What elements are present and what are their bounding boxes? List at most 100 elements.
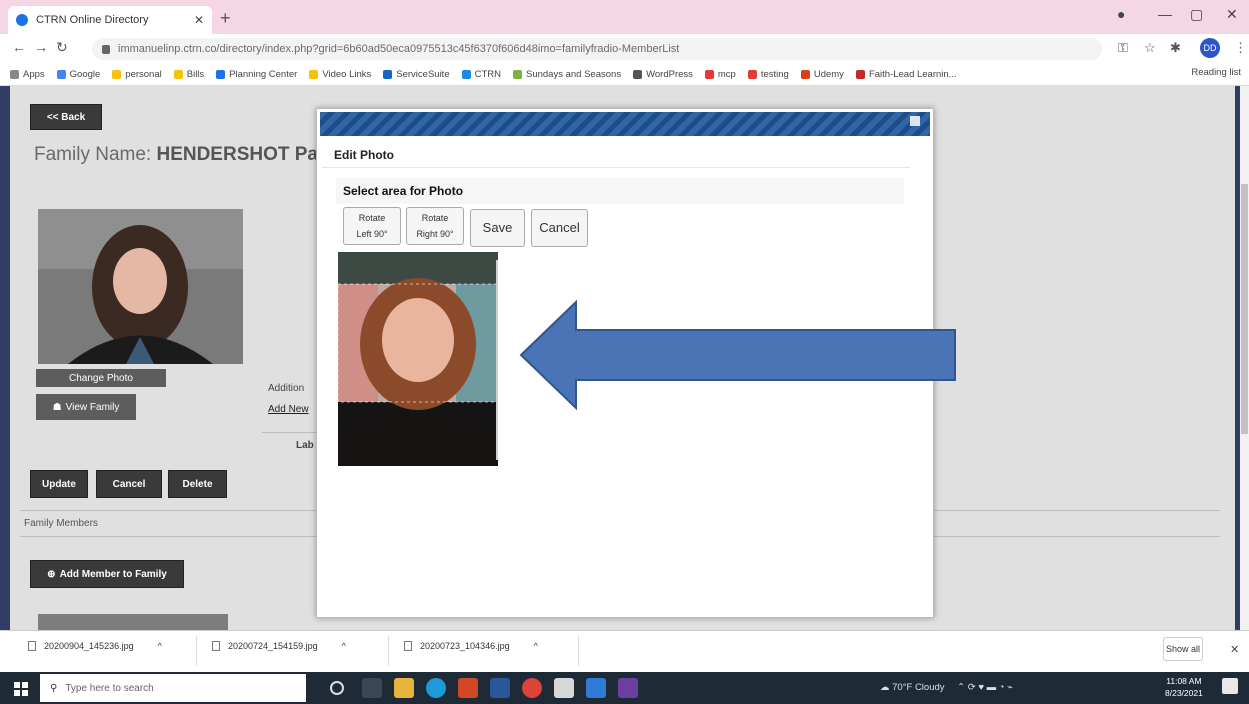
bookmarks-bar: Apps Google personal Bills Planning Center Vi… <box>0 64 1249 86</box>
image-file-icon <box>212 641 220 651</box>
back-arrow-icon[interactable]: ← <box>12 39 26 55</box>
bookmark-icon <box>513 70 522 79</box>
download-item[interactable]: 20200723_104346.jpg ^ <box>404 641 538 651</box>
bookmark-item[interactable]: Planning Center <box>216 69 297 80</box>
add-new-link[interactable]: Add New <box>268 404 309 415</box>
bookmark-item[interactable]: Apps <box>10 69 45 80</box>
bookmark-label: Video Links <box>322 69 372 80</box>
lock-icon <box>102 44 110 54</box>
dialog-titlebar[interactable] <box>320 112 930 136</box>
bookmark-item[interactable]: CTRN <box>461 69 501 80</box>
show-all-button[interactable]: Show all <box>1163 637 1203 661</box>
rotate-left-label-2: Left 90° <box>356 229 388 239</box>
window-close-icon[interactable]: ✕ <box>1226 6 1238 23</box>
tab-close-icon[interactable]: ✕ <box>194 13 204 27</box>
store-icon[interactable] <box>554 678 574 698</box>
cortana-icon[interactable] <box>330 681 344 695</box>
bookmark-item[interactable]: mcp <box>704 69 736 80</box>
left-arrow-annotation <box>519 300 956 410</box>
scrollbar-thumb[interactable] <box>1241 184 1248 434</box>
minimize-icon[interactable]: — <box>1158 6 1172 22</box>
profile-avatar[interactable]: DD <box>1200 38 1220 58</box>
rotate-left-label-1: Rotate <box>358 213 386 223</box>
teams-icon[interactable] <box>618 678 638 698</box>
divider <box>578 636 579 666</box>
word-icon[interactable] <box>490 678 510 698</box>
taskbar-search[interactable]: ⚲ Type here to search <box>40 674 306 702</box>
download-item[interactable]: 20200904_145236.jpg ^ <box>28 641 162 651</box>
rotate-right-label-2: Right 90° <box>416 229 454 239</box>
divider <box>196 636 197 666</box>
divider <box>388 636 389 666</box>
download-filename: 20200904_145236.jpg <box>44 641 134 651</box>
bookmark-item[interactable]: Faith-Lead Learnin... <box>855 69 957 80</box>
bookmark-item[interactable]: Video Links <box>309 69 371 80</box>
system-tray[interactable]: ☁ 70°F Cloudy ⌃ ⟳ ♥ ▬ ◔ ⌁ <box>880 682 1013 693</box>
bookmark-item[interactable]: ServiceSuite <box>383 69 450 80</box>
bookmark-item[interactable]: Google <box>56 69 100 80</box>
bookmark-item[interactable]: Bills <box>173 69 204 80</box>
close-downloads-icon[interactable]: ✕ <box>1230 643 1239 656</box>
site-favicon-icon <box>16 14 28 26</box>
mail-icon[interactable] <box>586 678 606 698</box>
add-member-label: Add Member to Family <box>59 568 167 580</box>
key-icon[interactable]: ⚿ <box>1118 40 1128 56</box>
windows-start-icon[interactable] <box>14 682 28 696</box>
edge-icon[interactable] <box>426 678 446 698</box>
view-family-button[interactable]: ☗ View Family <box>36 394 136 420</box>
chevron-up-icon[interactable]: ^ <box>342 641 346 651</box>
reload-icon[interactable]: ↻ <box>56 39 68 56</box>
bookmark-icon <box>309 70 319 79</box>
bookmark-item[interactable]: testing <box>747 69 789 80</box>
users-icon: ☗ <box>52 401 62 413</box>
file-explorer-icon[interactable] <box>394 678 414 698</box>
rotate-right-button[interactable]: Rotate Right 90° <box>406 207 464 245</box>
notification-icon[interactable] <box>1222 678 1238 694</box>
new-tab-icon[interactable]: + <box>220 8 231 29</box>
back-button[interactable]: << Back <box>30 104 102 130</box>
chevron-up-icon[interactable]: ^ <box>534 641 538 651</box>
browser-tab[interactable]: CTRN Online Directory ✕ <box>8 6 212 34</box>
search-placeholder: Type here to search <box>65 682 154 694</box>
bookmark-label: Faith-Lead Learnin... <box>868 69 957 80</box>
clock-date: 8/23/2021 <box>1165 688 1203 698</box>
bookmark-item[interactable]: personal <box>112 69 162 80</box>
taskbar-clock[interactable]: 11:08 AM 8/23/2021 <box>1165 675 1203 699</box>
chevron-up-icon[interactable]: ^ <box>158 641 162 651</box>
select-area-heading: Select area for Photo <box>336 178 904 204</box>
save-button[interactable]: Save <box>470 209 525 247</box>
menu-dots-icon[interactable]: ⋮ <box>1234 40 1247 56</box>
bookmark-label: personal <box>125 69 162 80</box>
forward-arrow-icon[interactable]: → <box>34 39 48 55</box>
delete-button[interactable]: Delete <box>168 470 227 498</box>
task-view-icon[interactable] <box>362 678 382 698</box>
bookmark-item[interactable]: WordPress <box>633 69 693 80</box>
recording-dot-icon: ● <box>1117 6 1126 22</box>
rotate-left-button[interactable]: Rotate Left 90° <box>343 207 401 245</box>
bookmark-icon <box>216 70 226 79</box>
change-photo-button[interactable]: Change Photo <box>36 369 166 387</box>
chrome-icon[interactable] <box>522 678 542 698</box>
dialog-close-icon[interactable] <box>910 116 920 126</box>
crop-image[interactable] <box>338 252 498 466</box>
divider <box>262 432 318 433</box>
star-icon[interactable]: ☆ <box>1144 40 1156 56</box>
extensions-icon[interactable]: ✱ <box>1170 40 1181 56</box>
cancel-photo-button[interactable]: Cancel <box>531 209 588 247</box>
add-member-button[interactable]: ⊕ Add Member to Family <box>30 560 184 588</box>
address-bar[interactable]: immanuelinp.ctrn.co/directory/index.php?… <box>92 38 1102 60</box>
maximize-icon[interactable]: ▢ <box>1190 6 1203 23</box>
member-photo-thumbnail <box>38 614 228 630</box>
bookmark-item[interactable]: Sundays and Seasons <box>513 69 621 80</box>
update-button[interactable]: Update <box>30 470 88 498</box>
download-filename: 20200723_104346.jpg <box>420 641 510 651</box>
powerpoint-icon[interactable] <box>458 678 478 698</box>
download-item[interactable]: 20200724_154159.jpg ^ <box>212 641 346 651</box>
image-file-icon <box>404 641 412 651</box>
search-icon: ⚲ <box>50 682 58 694</box>
family-name-value: HENDERSHOT Pas <box>156 144 329 165</box>
bookmark-item[interactable]: Udemy <box>800 69 844 80</box>
cancel-button[interactable]: Cancel <box>96 470 162 498</box>
bookmark-label: Sundays and Seasons <box>526 69 622 80</box>
reading-list[interactable]: Reading list <box>1191 67 1241 78</box>
